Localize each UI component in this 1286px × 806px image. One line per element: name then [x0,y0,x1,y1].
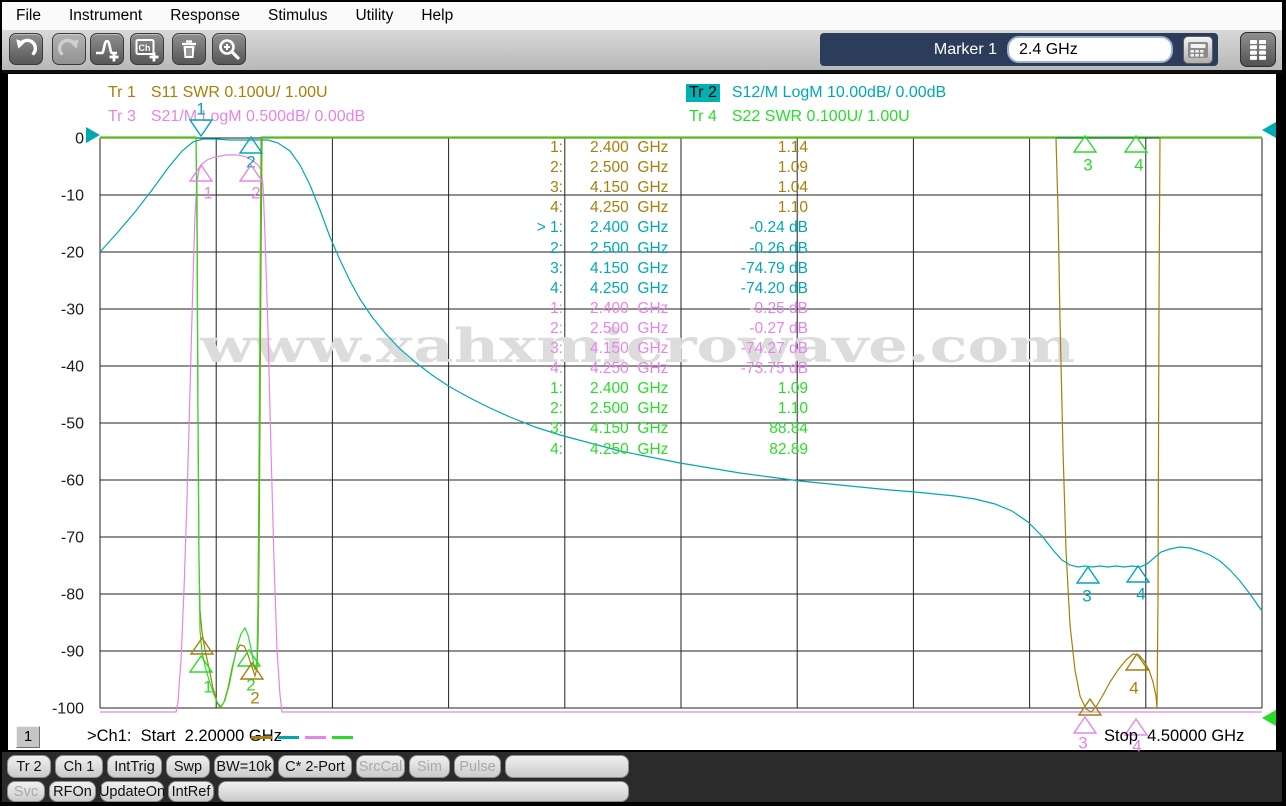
channel-badge: 1 [16,726,40,748]
trace-format-tr4: S22 SWR 0.100U/ 1.00U [732,108,910,126]
marker-row-value: -0.24 dB [690,218,808,238]
softkey-empty[interactable] [505,755,629,778]
marker-row-label: > 1: [500,218,563,238]
marker-row-value: -74.20 dB [690,279,808,299]
softkey-swp[interactable]: Swp [166,755,210,778]
softkey-rfon[interactable]: RFOn [49,781,96,802]
vna-application-window: FileInstrumentResponseStimulusUtilityHel… [0,0,1286,806]
trace-title-tr1[interactable]: Tr 1 S11 SWR 0.100U/ 1.00U [105,84,328,102]
swatch-tr3 [305,736,326,739]
marker-row-value: 82.89 [690,440,808,460]
trace-number-tr1[interactable]: Tr 1 [105,84,139,102]
softkey-status-bar: Tr 2Ch 1IntTrigSwpBW=10kC* 2-PortSrcCalS… [2,752,1282,802]
add-trace-icon[interactable] [90,33,124,65]
marker-row-label: 4: [500,279,563,299]
marker-row-label: 3: [500,178,563,198]
menu-utility[interactable]: Utility [341,7,407,25]
trace-number-tr3[interactable]: Tr 3 [105,108,139,126]
marker-row-value: 88.84 [690,419,808,439]
softkey-panel-icon[interactable] [1240,32,1276,67]
marker-row-label: 1: [500,138,563,158]
menu-help[interactable]: Help [407,7,467,25]
menu-stimulus[interactable]: Stimulus [254,7,341,25]
marker-row-value: -74.79 dB [690,259,808,279]
marker-row-label: 1: [500,299,563,319]
marker-row-label: 4: [500,198,563,218]
menu-instrument[interactable]: Instrument [55,7,156,25]
softkey-intref[interactable]: IntRef [168,781,214,802]
trace-title-tr2[interactable]: Tr 2 S12/M LogM 10.00dB/ 0.00dB [686,84,946,102]
trace-title-tr3[interactable]: Tr 3 S21/M LogM 0.500dB/ 0.00dB [105,108,365,126]
swatch-tr4 [332,736,353,739]
undo-icon[interactable] [9,33,43,65]
delete-icon[interactable] [172,33,206,65]
softkey-ch-1[interactable]: Ch 1 [55,755,103,778]
toolbar: Ch Marker 1 [2,30,1282,73]
softkey-pulse[interactable]: Pulse [454,755,501,778]
trace-format-tr3: S21/M LogM 0.500dB/ 0.00dB [151,108,365,126]
marker-row-value: -0.26 dB [690,239,808,259]
swatch-tr2 [278,736,299,739]
marker-panel-label: Marker 1 [934,41,997,59]
marker-row-value: 1.04 [690,178,808,198]
svg-text:Ch: Ch [139,43,151,53]
trace-number-tr2[interactable]: Tr 2 [686,84,720,102]
marker-row-value: -74.27 dB [690,339,808,359]
marker-row-label: 2: [500,239,563,259]
marker-row-value: 1.09 [690,158,808,178]
marker-row-label: 4: [500,359,563,379]
softkey-updateon[interactable]: UpdateOn [100,781,164,802]
marker-row-label: 3: [500,419,563,439]
marker-row-value: -0.25 dB [690,299,808,319]
marker-row-label: 1: [500,379,563,399]
redo-icon[interactable] [52,33,86,65]
zoom-icon[interactable] [212,33,246,65]
marker-row-value: 1.10 [690,399,808,419]
softkey-tr-2[interactable]: Tr 2 [7,755,51,778]
trace-number-tr4[interactable]: Tr 4 [686,108,720,126]
softkey-sim[interactable]: Sim [409,755,450,778]
swatch-tr1 [251,736,272,739]
marker-row-label: 3: [500,339,563,359]
marker-row-value: 1.09 [690,379,808,399]
marker-row-value: -0.27 dB [690,319,808,339]
marker-row-label: 2: [500,158,563,178]
marker-frequency-input[interactable] [1007,36,1173,63]
channel-stop-status: Stop 4.50000 GHz [1104,727,1244,746]
menubar: FileInstrumentResponseStimulusUtilityHel… [2,2,1282,30]
marker-row-value: 1.14 [690,138,808,158]
marker-panel: Marker 1 [820,33,1218,66]
softkey-empty[interactable] [218,781,629,802]
menu-response[interactable]: Response [156,7,254,25]
keypad-icon[interactable] [1183,36,1213,64]
softkey-srccal[interactable]: SrcCal [356,755,405,778]
marker-row-value: 1.10 [690,198,808,218]
trace-format-tr1: S11 SWR 0.100U/ 1.00U [151,84,328,102]
marker-row-label: 4: [500,440,563,460]
marker-row-value: -73.75 dB [690,359,808,379]
softkey-svc[interactable]: Svc [7,781,45,802]
menu-file[interactable]: File [10,7,55,25]
marker-row-label: 3: [500,259,563,279]
marker-row-label: 2: [500,399,563,419]
trace-format-tr2: S12/M LogM 10.00dB/ 0.00dB [732,84,946,102]
softkey-inttrig[interactable]: IntTrig [107,755,162,778]
trace-title-tr4[interactable]: Tr 4 S22 SWR 0.100U/ 1.00U [686,108,910,126]
softkey-c-2-port[interactable]: C* 2-Port [278,755,352,778]
softkey-bw-10k[interactable]: BW=10k [214,755,274,778]
marker-row-label: 2: [500,319,563,339]
add-channel-icon[interactable]: Ch [130,33,164,65]
